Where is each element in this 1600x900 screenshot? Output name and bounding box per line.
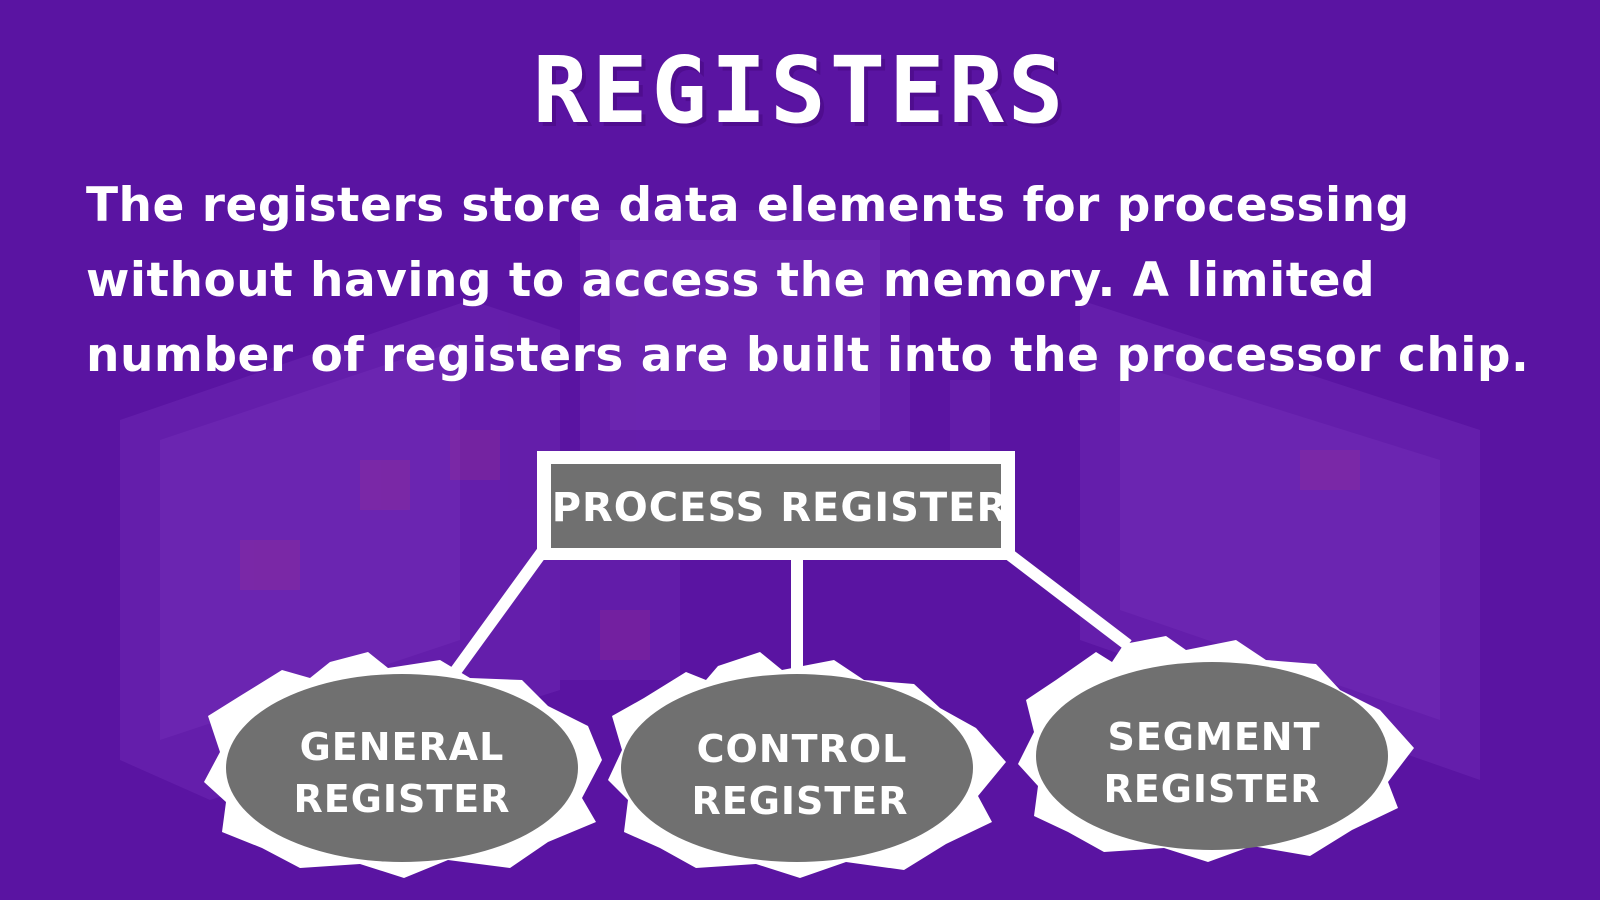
slide: REGISTERS The registers store data eleme… — [0, 0, 1600, 900]
process-register-label: PROCESS REGISTER — [552, 485, 1009, 531]
register-hierarchy-diagram: PROCESS REGISTER GENERAL REGISTER CONTRO… — [204, 451, 1414, 878]
control-register-line2: REGISTER — [691, 779, 908, 823]
segment-register-line1: SEGMENT — [1107, 715, 1320, 759]
general-register-line2: REGISTER — [293, 777, 510, 821]
general-register-line1: GENERAL — [300, 725, 505, 769]
process-register-node: PROCESS REGISTER — [537, 451, 1015, 560]
segment-register-line2: REGISTER — [1103, 767, 1320, 811]
connector-general — [450, 544, 550, 676]
control-register-node: CONTROL REGISTER — [608, 652, 1006, 878]
control-register-line1: CONTROL — [697, 727, 908, 771]
connector-segment — [1002, 547, 1132, 650]
connector-lines — [450, 544, 1132, 676]
segment-register-node: SEGMENT REGISTER — [1018, 636, 1414, 862]
general-register-node: GENERAL REGISTER — [204, 652, 602, 878]
